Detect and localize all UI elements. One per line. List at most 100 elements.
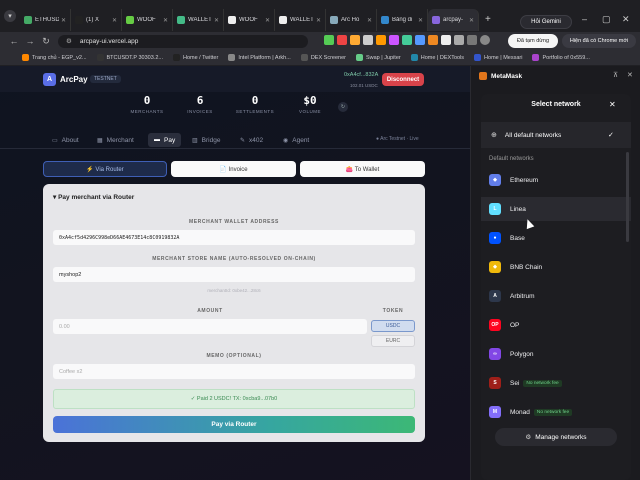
network-option-bnb-chain[interactable]: ◆ BNB Chain xyxy=(481,255,631,279)
stat-value: 0 xyxy=(251,94,259,107)
browser-tab[interactable]: (1) X ✕ xyxy=(71,9,122,31)
card-title[interactable]: ▾ Pay merchant via Router xyxy=(53,193,134,201)
bookmark-item[interactable]: Home | Messari xyxy=(474,54,522,61)
bookmark-item[interactable]: Home | DEXTools xyxy=(410,54,464,61)
network-option-base[interactable]: ● Base xyxy=(481,226,631,250)
network-name: Polygon xyxy=(510,350,534,358)
extension-icon[interactable] xyxy=(376,35,386,45)
bookmark-item[interactable]: Portfolio of 0x559... xyxy=(532,54,590,61)
tab-label: Agent xyxy=(292,136,310,144)
amount-label: AMOUNT xyxy=(197,308,223,314)
browser-tab[interactable]: WALLET ✕ xyxy=(275,9,326,31)
close-tab-icon[interactable]: ✕ xyxy=(316,17,321,24)
browser-tab[interactable]: WOOF ✕ xyxy=(224,9,275,31)
site-info-icon[interactable]: ⚙ xyxy=(66,37,72,45)
bookmark-item[interactable]: Trang chủ - EGP_v2... xyxy=(22,54,87,61)
network-option-linea[interactable]: L Linea xyxy=(481,197,631,221)
close-tab-icon[interactable]: ✕ xyxy=(469,17,474,24)
pay-merchant-card: ▾ Pay merchant via Router MERCHANT WALLE… xyxy=(43,184,425,442)
x402-icon: ✎ xyxy=(240,137,246,144)
extension-icon[interactable] xyxy=(415,35,425,45)
network-option-monad[interactable]: M Monad No network fee xyxy=(481,400,631,424)
gemini-button[interactable]: Hỏi Gemini xyxy=(520,15,572,29)
close-tab-icon[interactable]: ✕ xyxy=(163,17,168,24)
network-option-ethereum[interactable]: ◆ Ethereum xyxy=(481,168,631,192)
network-option-op[interactable]: OP OP xyxy=(481,313,631,337)
metamask-extension-icon[interactable] xyxy=(428,35,438,45)
browser-tab[interactable]: Arc Ho ✕ xyxy=(326,9,377,31)
tab-bridge[interactable]: ▥ Bridge xyxy=(192,133,220,147)
close-tab-icon[interactable]: ✕ xyxy=(214,17,219,24)
update-chrome-button[interactable]: Hiện đã có Chrome mới xyxy=(562,34,636,48)
tab-search-button[interactable]: ▾ xyxy=(4,10,16,22)
new-tab-button[interactable]: + xyxy=(485,14,491,25)
browser-tab[interactable]: Bảng đi ✕ xyxy=(377,9,428,31)
reload-icon[interactable]: ↻ xyxy=(38,36,54,47)
pin-icon[interactable]: ⊼ xyxy=(613,71,618,79)
close-icon[interactable]: ✕ xyxy=(609,100,616,109)
via-router-button[interactable]: ⚡ Via Router xyxy=(43,161,167,177)
close-tab-icon[interactable]: ✕ xyxy=(112,17,117,24)
amount-input[interactable]: 0.00 xyxy=(53,319,367,334)
token-eurc-button[interactable]: EURC xyxy=(371,335,415,347)
close-tab-icon[interactable]: ✕ xyxy=(61,17,66,24)
bookmark-item[interactable]: Intel Platform | Arkh... xyxy=(228,54,291,61)
tab-about[interactable]: ▭ About xyxy=(52,133,79,147)
close-tab-icon[interactable]: ✕ xyxy=(367,17,372,24)
refresh-stats-button[interactable]: ↻ xyxy=(338,102,348,112)
close-tab-icon[interactable]: ✕ xyxy=(265,17,270,24)
browser-tab[interactable]: arcpay- ✕ xyxy=(428,9,479,31)
disconnect-button[interactable]: Disconnect xyxy=(382,73,424,86)
extension-icon[interactable] xyxy=(363,35,373,45)
bookmark-item[interactable]: Swap | Jupiter xyxy=(355,54,401,61)
close-tab-icon[interactable]: ✕ xyxy=(418,17,423,24)
memo-input[interactable]: Coffee x2 xyxy=(53,364,415,379)
bookmark-item[interactable]: BTCUSDT.P 30303.2... xyxy=(96,54,163,61)
extension-icon[interactable] xyxy=(337,35,347,45)
tab-label: Merchant xyxy=(106,136,134,144)
close-window-icon[interactable]: ✕ xyxy=(622,14,630,25)
tab-title: Arc Ho xyxy=(341,17,360,23)
manage-networks-button[interactable]: ⚙ Manage networks xyxy=(495,428,617,446)
network-list-scrollbar[interactable] xyxy=(626,152,629,242)
network-logo-icon: ◆ xyxy=(489,174,501,186)
tab-pay[interactable]: ▬ Pay xyxy=(148,133,182,147)
sync-paused-button[interactable]: Đã tạm dừng xyxy=(508,34,558,48)
maximize-icon[interactable]: ▢ xyxy=(602,14,611,25)
network-option-sei[interactable]: S Sei No network fee xyxy=(481,371,631,395)
back-icon[interactable]: ← xyxy=(6,36,22,46)
extension-icon[interactable] xyxy=(324,35,334,45)
network-name: Monad xyxy=(510,408,530,416)
tab-title: WALLET xyxy=(188,17,212,23)
url-input[interactable]: ⚙ arcpay-ui.vercel.app xyxy=(58,34,308,48)
extension-icon[interactable] xyxy=(350,35,360,45)
browser-tab[interactable]: WALLET ✕ xyxy=(173,9,224,31)
invoice-button[interactable]: 📄 Invoice xyxy=(171,161,296,177)
sidepanel-icon[interactable] xyxy=(467,35,477,45)
browser-tab[interactable]: ETHUSD ✕ xyxy=(20,9,71,31)
to-wallet-button[interactable]: 👛 To Wallet xyxy=(300,161,425,177)
browser-tab[interactable]: WOOF ✕ xyxy=(122,9,173,31)
merchant-address-input[interactable]: 0xA4cf5d4296C998eD66AE4673E14c8C0919832A xyxy=(53,230,415,245)
bookmark-favicon-icon xyxy=(172,54,180,61)
token-usdc-button[interactable]: USDC xyxy=(371,320,415,332)
tab-merchant[interactable]: ▦ Merchant xyxy=(97,133,134,147)
extension-icon[interactable] xyxy=(402,35,412,45)
extension-icon[interactable] xyxy=(441,35,451,45)
network-option-polygon[interactable]: ∞ Polygon xyxy=(481,342,631,366)
all-default-networks-option[interactable]: ⊕ All default networks ✓ xyxy=(481,122,631,148)
store-name-input[interactable]: myshop2 xyxy=(53,267,415,282)
minimize-icon[interactable]: – xyxy=(582,14,587,24)
network-option-arbitrum[interactable]: A Arbitrum xyxy=(481,284,631,308)
tab-x402[interactable]: ✎ x402 xyxy=(240,133,263,147)
close-panel-icon[interactable]: ✕ xyxy=(627,71,633,79)
profile-avatar[interactable] xyxy=(480,35,490,45)
update-chrome-label: Hiện đã có Chrome mới xyxy=(569,38,629,44)
forward-icon[interactable]: → xyxy=(22,36,38,46)
pay-via-router-button[interactable]: Pay via Router xyxy=(53,416,415,433)
extension-icon[interactable] xyxy=(389,35,399,45)
tab-agent[interactable]: ◉ Agent xyxy=(283,133,309,147)
bookmark-item[interactable]: DEX Screener xyxy=(300,54,346,61)
bookmark-item[interactable]: Home / Twitter xyxy=(172,54,218,61)
puzzle-icon[interactable] xyxy=(454,35,464,45)
